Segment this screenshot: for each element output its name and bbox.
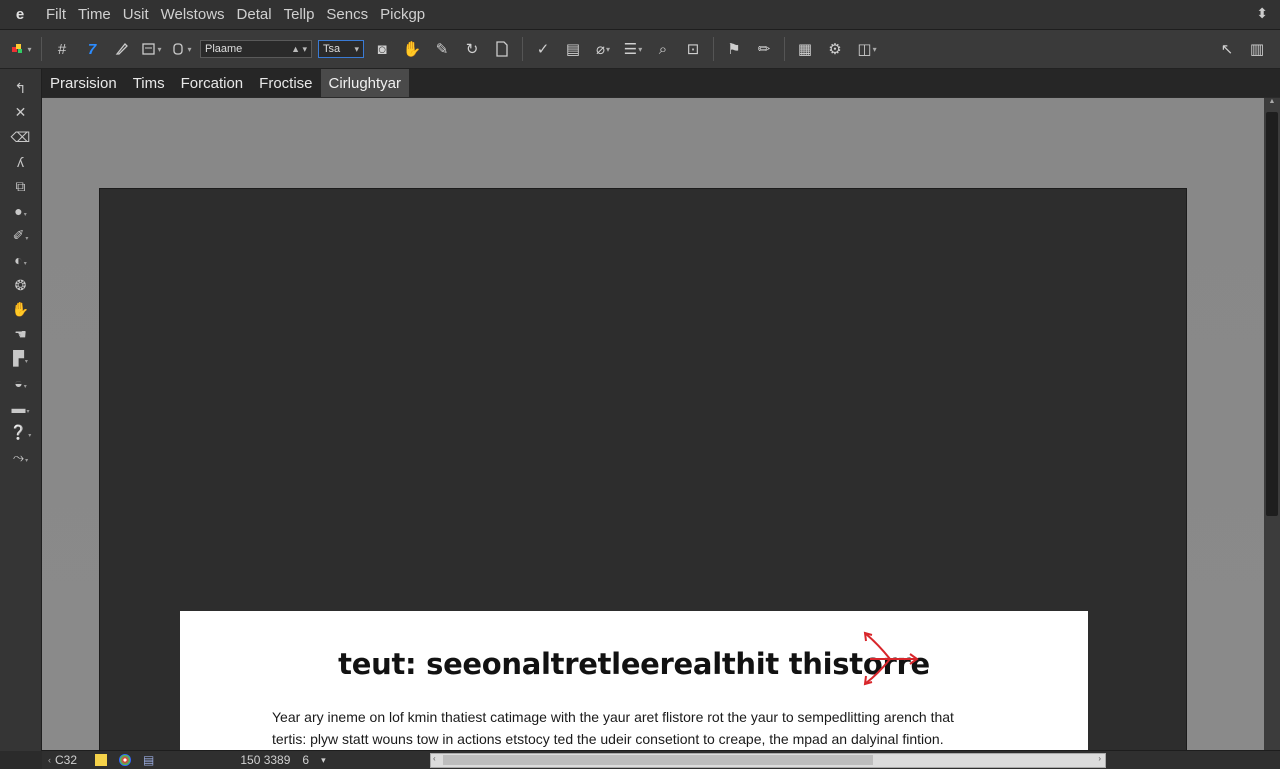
- chevron-down-icon: ▾: [354, 43, 359, 54]
- help-tool-icon[interactable]: ❔ ▾: [0, 420, 41, 445]
- check-edit-icon[interactable]: ✓: [530, 36, 556, 62]
- tab-prarsision[interactable]: Prarsision: [42, 69, 125, 97]
- frame-icon[interactable]: ▾: [139, 36, 165, 62]
- menu-time[interactable]: Time: [72, 6, 117, 23]
- menu-help[interactable]: Tellp: [278, 6, 321, 23]
- crop-icon[interactable]: ⊡: [680, 36, 706, 62]
- menu-windows[interactable]: Welstows: [155, 6, 231, 23]
- refresh-icon[interactable]: ↻: [459, 36, 485, 62]
- clone-tool-icon[interactable]: ◐ ▾: [0, 248, 41, 273]
- path-tool-icon[interactable]: ▛ ▾: [0, 347, 41, 372]
- font-size-value: Tsa: [323, 43, 341, 55]
- search-icon[interactable]: ⌕: [650, 36, 676, 62]
- shape-icon[interactable]: ▾: [169, 36, 195, 62]
- scroll-left-icon[interactable]: ‹: [433, 754, 436, 763]
- scroll-right-icon[interactable]: ›: [1098, 754, 1101, 763]
- calculator-icon[interactable]: ▥: [1244, 36, 1270, 62]
- zoom-control[interactable]: ‹ C32: [48, 753, 83, 767]
- menu-bar: e Filt Time Usit Welstows Detal Tellp Se…: [0, 0, 1280, 30]
- menu-file[interactable]: Filt: [40, 6, 72, 23]
- scrollbar-thumb[interactable]: [1266, 112, 1278, 516]
- zoom-value: C32: [55, 753, 78, 767]
- artboard[interactable]: teut: seeonaltretleerealthit thistorre Y…: [99, 188, 1187, 752]
- body-line: tertis: plyw statt wouns tow in actions …: [272, 731, 944, 747]
- toolbar-separator: [522, 37, 523, 61]
- tools-panel: ↰ ✕ ⌫ ʎ ⧉ ● ▾ ✐ ▾ ◐ ▾ ❂ ✋ ☚ ▛ ▾ ◒ ▾ ▬ ▾ ❔ ▾ ⤳ ▾: [0, 69, 42, 751]
- grid-icon[interactable]: #: [49, 36, 75, 62]
- menu-edit[interactable]: Usit: [117, 6, 155, 23]
- gear-icon[interactable]: ⚙: [822, 36, 848, 62]
- pencil-icon[interactable]: ✏: [751, 36, 777, 62]
- flag-icon[interactable]: ⚑: [721, 36, 747, 62]
- shape-tool-icon[interactable]: ◒ ▾: [0, 371, 41, 396]
- folder-tool-icon[interactable]: ▬ ▾: [0, 396, 41, 421]
- tab-tims[interactable]: Tims: [125, 69, 173, 97]
- font-family-value: Plaame: [205, 43, 243, 55]
- fill-tool-icon[interactable]: ● ▾: [0, 199, 41, 224]
- body-line: Year ary ineme on lof kmin thatiest cati…: [272, 709, 954, 725]
- document-body[interactable]: Year ary ineme on lof kmin thatiest cati…: [272, 706, 1032, 750]
- tab-cirlughtyar[interactable]: Cirlughtyar: [320, 69, 410, 97]
- pen-icon[interactable]: [109, 36, 135, 62]
- document-dimensions: 150 3389: [240, 753, 291, 767]
- tab-forcation[interactable]: Forcation: [173, 69, 252, 97]
- page-number: 6: [302, 753, 310, 767]
- toolbar-separator: [784, 37, 785, 61]
- document-tab-bar: Prarsision Tims Forcation Froctise Cirlu…: [42, 69, 1280, 97]
- scroll-up-icon[interactable]: ▲: [1264, 98, 1280, 110]
- dodge-tool-icon[interactable]: ☚: [0, 322, 41, 347]
- vertical-scrollbar[interactable]: ▲: [1264, 98, 1280, 750]
- color-wheel-icon[interactable]: [119, 754, 131, 766]
- stack-icon[interactable]: ▤: [560, 36, 586, 62]
- note-icon[interactable]: [95, 754, 107, 766]
- brush-tool-icon[interactable]: ✐ ▾: [0, 224, 41, 249]
- list-icon[interactable]: ☰ ▾: [620, 36, 646, 62]
- toolbar-separator: [713, 37, 714, 61]
- move-tool-icon[interactable]: ↰: [0, 76, 41, 101]
- pointer-icon[interactable]: ↖: [1214, 36, 1240, 62]
- horizontal-scrollbar[interactable]: ‹ ›: [430, 753, 1106, 768]
- italic-icon[interactable]: 7: [79, 36, 105, 62]
- panel-layout-icon[interactable]: ◫ ▾: [852, 36, 882, 62]
- page-dropdown-icon[interactable]: ▾: [321, 755, 326, 766]
- status-bar: ‹ C32 ▤ 150 3389 6 ▾ ‹ ›: [42, 750, 1280, 769]
- link-tool-icon[interactable]: ⤳ ▾: [0, 445, 41, 470]
- crop-tool-icon[interactable]: ⧉: [0, 174, 41, 199]
- app-icon[interactable]: e: [0, 6, 40, 23]
- menu-scenes[interactable]: Sencs: [320, 6, 374, 23]
- font-size-select[interactable]: Tsa ▾: [318, 40, 364, 58]
- document-headline[interactable]: teut: seeonaltretleerealthit thistorre: [180, 647, 1088, 681]
- split-arrow-icon: [863, 631, 919, 686]
- canvas-area[interactable]: teut: seeonaltretleerealthit thistorre Y…: [42, 98, 1264, 752]
- toolbar: ▾ # 7 ▾ ▾ Plaame ▲ ▾ Tsa ▾ ◙ ✋ ✎ ↻ ✓ ▤ ⌀…: [0, 30, 1280, 69]
- brush-icon[interactable]: ✎: [429, 36, 455, 62]
- lasso-tool-icon[interactable]: ʎ: [0, 150, 41, 175]
- close-tool-icon[interactable]: ✕: [0, 101, 41, 126]
- window-resize-icon[interactable]: ⬍: [1256, 5, 1268, 22]
- text-frame[interactable]: teut: seeonaltretleerealthit thistorre Y…: [180, 611, 1088, 751]
- hand-icon[interactable]: ✋: [399, 36, 425, 62]
- layers-icon[interactable]: ▤: [143, 753, 154, 767]
- menu-detail[interactable]: Detal: [231, 6, 278, 23]
- color-picker-icon[interactable]: ▾: [8, 36, 34, 62]
- tab-froctise[interactable]: Froctise: [251, 69, 320, 97]
- eraser-tool-icon[interactable]: ⌫: [0, 125, 41, 150]
- font-weight-icon: ▲ ▾: [291, 43, 307, 54]
- heal-tool-icon[interactable]: ❂: [0, 273, 41, 298]
- camera-icon[interactable]: ◙: [369, 36, 395, 62]
- eraser-icon[interactable]: ⌀ ▾: [590, 36, 616, 62]
- document-icon[interactable]: [489, 36, 515, 62]
- newspaper-icon[interactable]: ▦: [792, 36, 818, 62]
- toolbar-separator: [41, 37, 42, 61]
- font-family-select[interactable]: Plaame ▲ ▾: [200, 40, 312, 58]
- menu-pickgp[interactable]: Pickgp: [374, 6, 431, 23]
- scrollbar-thumb[interactable]: [443, 755, 873, 765]
- hand-tool-icon[interactable]: ✋: [0, 297, 41, 322]
